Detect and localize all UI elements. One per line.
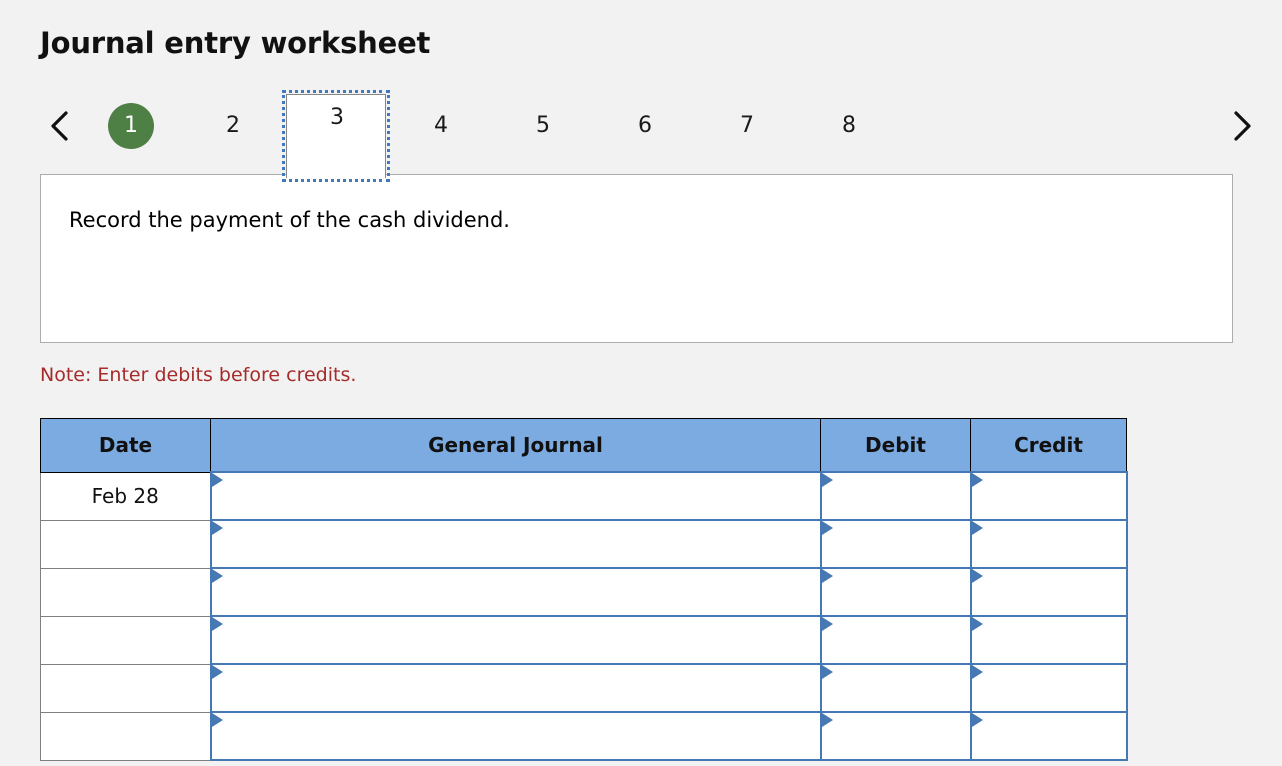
- column-header-date: Date: [41, 419, 211, 473]
- tab-8-label: 8: [842, 115, 856, 137]
- cell-dropdown-marker-icon: [822, 473, 833, 487]
- general-journal-input-row-4[interactable]: [211, 616, 821, 664]
- table-row: [41, 712, 1127, 760]
- debit-value-row-4: [822, 619, 970, 661]
- credit-value-row-3: [972, 571, 1126, 613]
- date-cell-row-3[interactable]: [41, 568, 211, 616]
- tab-1-label: 1: [108, 103, 154, 149]
- credit-value-row-5: [972, 667, 1126, 709]
- debit-input-row-4[interactable]: [821, 616, 971, 664]
- debit-input-row-3[interactable]: [821, 568, 971, 616]
- journal-entry-table: Date General Journal Debit Credit Feb 28: [40, 418, 1128, 761]
- tab-4[interactable]: 4: [390, 92, 492, 160]
- credit-value-row-4: [972, 619, 1126, 661]
- tab-3[interactable]: 3: [284, 92, 390, 160]
- note-text: Note: Enter debits before credits.: [40, 362, 356, 388]
- tab-1[interactable]: 1: [80, 92, 182, 160]
- cell-dropdown-marker-icon: [972, 473, 983, 487]
- next-entry-arrow-icon[interactable]: [1222, 101, 1262, 151]
- page-title: Journal entry worksheet: [40, 22, 430, 64]
- instruction-text: Record the payment of the cash dividend.: [41, 175, 1232, 233]
- credit-input-row-3[interactable]: [971, 568, 1127, 616]
- date-cell-row-2[interactable]: [41, 520, 211, 568]
- general-journal-value-row-3: [212, 571, 820, 613]
- tab-7[interactable]: 7: [696, 92, 798, 160]
- tab-3-label: 3: [330, 107, 344, 129]
- date-cell-row-5[interactable]: [41, 664, 211, 712]
- cell-dropdown-marker-icon: [212, 569, 223, 583]
- tab-strip: 1 2 3 4 5 6 7 8: [40, 92, 1262, 160]
- tab-2-label: 2: [226, 115, 240, 137]
- cell-dropdown-marker-icon: [212, 713, 223, 727]
- date-cell-row-1[interactable]: Feb 28: [41, 472, 211, 520]
- general-journal-input-row-2[interactable]: [211, 520, 821, 568]
- credit-input-row-4[interactable]: [971, 616, 1127, 664]
- column-header-credit: Credit: [971, 419, 1127, 473]
- table-header-row: Date General Journal Debit Credit: [41, 419, 1127, 473]
- credit-input-row-2[interactable]: [971, 520, 1127, 568]
- table-row: Feb 28: [41, 472, 1127, 520]
- debit-input-row-2[interactable]: [821, 520, 971, 568]
- general-journal-input-row-6[interactable]: [211, 712, 821, 760]
- cell-dropdown-marker-icon: [822, 521, 833, 535]
- date-cell-row-6[interactable]: [41, 712, 211, 760]
- table-row: [41, 568, 1127, 616]
- instruction-panel: Record the payment of the cash dividend.: [40, 174, 1233, 343]
- general-journal-value-row-6: [212, 715, 820, 757]
- tab-5-label: 5: [536, 115, 550, 137]
- general-journal-value-row-5: [212, 667, 820, 709]
- cell-dropdown-marker-icon: [822, 665, 833, 679]
- credit-input-row-5[interactable]: [971, 664, 1127, 712]
- tab-8[interactable]: 8: [798, 92, 900, 160]
- general-journal-value-row-1: [212, 475, 820, 517]
- cell-dropdown-marker-icon: [972, 713, 983, 727]
- cell-dropdown-marker-icon: [972, 617, 983, 631]
- cell-dropdown-marker-icon: [822, 617, 833, 631]
- debit-input-row-6[interactable]: [821, 712, 971, 760]
- credit-value-row-6: [972, 715, 1126, 757]
- tab-list: 1 2 3 4 5 6 7 8: [80, 92, 1222, 160]
- debit-value-row-5: [822, 667, 970, 709]
- credit-input-row-1[interactable]: [971, 472, 1127, 520]
- general-journal-input-row-5[interactable]: [211, 664, 821, 712]
- tab-7-label: 7: [740, 115, 754, 137]
- credit-value-row-1: [972, 475, 1126, 517]
- credit-input-row-6[interactable]: [971, 712, 1127, 760]
- debit-value-row-2: [822, 523, 970, 565]
- column-header-debit: Debit: [821, 419, 971, 473]
- general-journal-value-row-2: [212, 523, 820, 565]
- credit-value-row-2: [972, 523, 1126, 565]
- cell-dropdown-marker-icon: [212, 617, 223, 631]
- tab-4-label: 4: [434, 115, 448, 137]
- cell-dropdown-marker-icon: [822, 713, 833, 727]
- cell-dropdown-marker-icon: [972, 521, 983, 535]
- cell-dropdown-marker-icon: [212, 473, 223, 487]
- tab-6[interactable]: 6: [594, 92, 696, 160]
- debit-value-row-1: [822, 475, 970, 517]
- table-row: [41, 616, 1127, 664]
- tab-6-label: 6: [638, 115, 652, 137]
- tab-2[interactable]: 2: [182, 92, 284, 160]
- previous-entry-arrow-icon[interactable]: [40, 101, 80, 151]
- general-journal-input-row-1[interactable]: [211, 472, 821, 520]
- column-header-general-journal: General Journal: [211, 419, 821, 473]
- cell-dropdown-marker-icon: [212, 665, 223, 679]
- table-row: [41, 664, 1127, 712]
- general-journal-input-row-3[interactable]: [211, 568, 821, 616]
- table-row: [41, 520, 1127, 568]
- debit-input-row-1[interactable]: [821, 472, 971, 520]
- cell-dropdown-marker-icon: [972, 665, 983, 679]
- cell-dropdown-marker-icon: [822, 569, 833, 583]
- date-cell-row-4[interactable]: [41, 616, 211, 664]
- debit-input-row-5[interactable]: [821, 664, 971, 712]
- cell-dropdown-marker-icon: [212, 521, 223, 535]
- debit-value-row-6: [822, 715, 970, 757]
- cell-dropdown-marker-icon: [972, 569, 983, 583]
- general-journal-value-row-4: [212, 619, 820, 661]
- tab-5[interactable]: 5: [492, 92, 594, 160]
- debit-value-row-3: [822, 571, 970, 613]
